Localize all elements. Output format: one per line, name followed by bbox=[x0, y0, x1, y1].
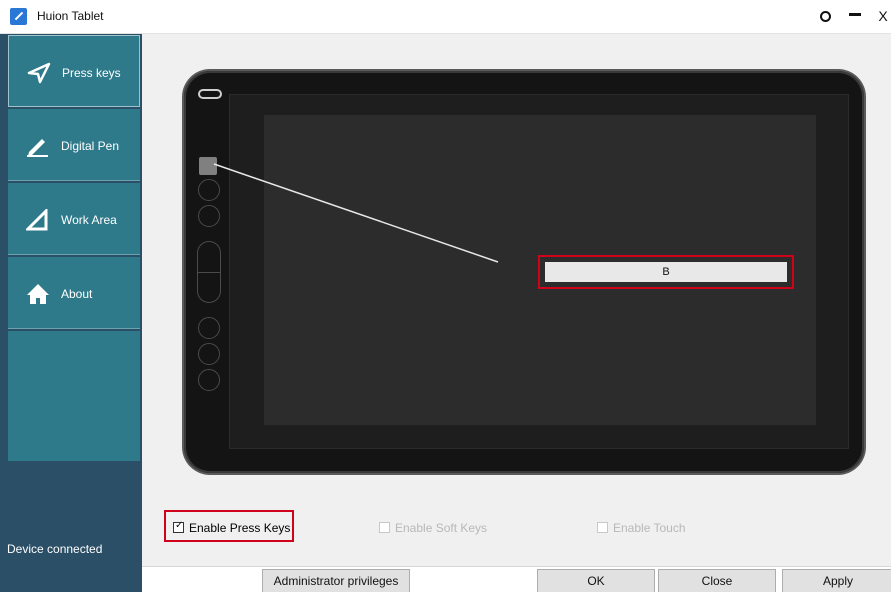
sidebar-item-label: Work Area bbox=[61, 213, 117, 227]
home-icon bbox=[27, 284, 49, 304]
bottom-bar bbox=[142, 566, 891, 592]
device-status: Device connected bbox=[7, 542, 103, 556]
press-key-4[interactable] bbox=[198, 317, 220, 339]
tablet-key-column bbox=[197, 89, 224, 419]
sidebar-item-label: Press keys bbox=[62, 66, 121, 80]
triangle-icon bbox=[26, 209, 48, 231]
app-logo-icon bbox=[10, 8, 27, 25]
pen-icon bbox=[27, 139, 48, 157]
checkbox-label: Enable Soft Keys bbox=[395, 521, 488, 535]
tablet-indicator bbox=[198, 89, 222, 99]
apply-button[interactable]: Apply bbox=[782, 569, 891, 592]
sidebar-item-press-keys[interactable]: Press keys bbox=[8, 35, 140, 107]
sidebar-item-about[interactable]: About bbox=[8, 257, 140, 329]
sidebar: Press keys Digital Pen Work Area About D… bbox=[0, 34, 142, 592]
window-title: Huion Tablet bbox=[37, 9, 104, 23]
press-key-1[interactable] bbox=[199, 157, 217, 175]
checkbox-icon bbox=[379, 522, 390, 533]
settings-button[interactable] bbox=[814, 4, 836, 28]
checkbox-icon bbox=[597, 522, 608, 533]
sidebar-item-label: Digital Pen bbox=[61, 139, 120, 153]
minimize-button[interactable] bbox=[844, 4, 866, 28]
sidebar-item-digital-pen[interactable]: Digital Pen bbox=[8, 109, 140, 181]
press-key-5[interactable] bbox=[198, 343, 220, 365]
enable-soft-keys-checkbox[interactable]: Enable Soft Keys bbox=[379, 521, 487, 535]
checkbox-label: Enable Touch bbox=[613, 521, 686, 535]
title-bar: Huion Tablet X bbox=[0, 0, 891, 34]
main-panel: B Enable Press Keys Enable Soft Keys Ena… bbox=[142, 34, 891, 592]
sidebar-spacer bbox=[8, 331, 140, 461]
administrator-privileges-button[interactable]: Administrator privileges bbox=[262, 569, 410, 592]
sidebar-footer bbox=[8, 461, 140, 592]
press-key-6[interactable] bbox=[198, 369, 220, 391]
highlight-box bbox=[164, 510, 294, 542]
enable-touch-checkbox[interactable]: Enable Touch bbox=[597, 521, 686, 535]
press-key-3[interactable] bbox=[198, 205, 220, 227]
close-button[interactable]: Close bbox=[658, 569, 776, 592]
minimize-icon bbox=[849, 13, 861, 16]
press-key-2[interactable] bbox=[198, 179, 220, 201]
close-window-button[interactable]: X bbox=[872, 4, 891, 28]
ok-button[interactable]: OK bbox=[537, 569, 655, 592]
sidebar-item-work-area[interactable]: Work Area bbox=[8, 183, 140, 255]
gear-icon bbox=[819, 11, 831, 22]
send-arrow-icon bbox=[27, 62, 51, 84]
sidebar-item-label: About bbox=[61, 287, 93, 301]
scroll-key[interactable] bbox=[197, 241, 221, 303]
highlight-box bbox=[538, 255, 794, 289]
